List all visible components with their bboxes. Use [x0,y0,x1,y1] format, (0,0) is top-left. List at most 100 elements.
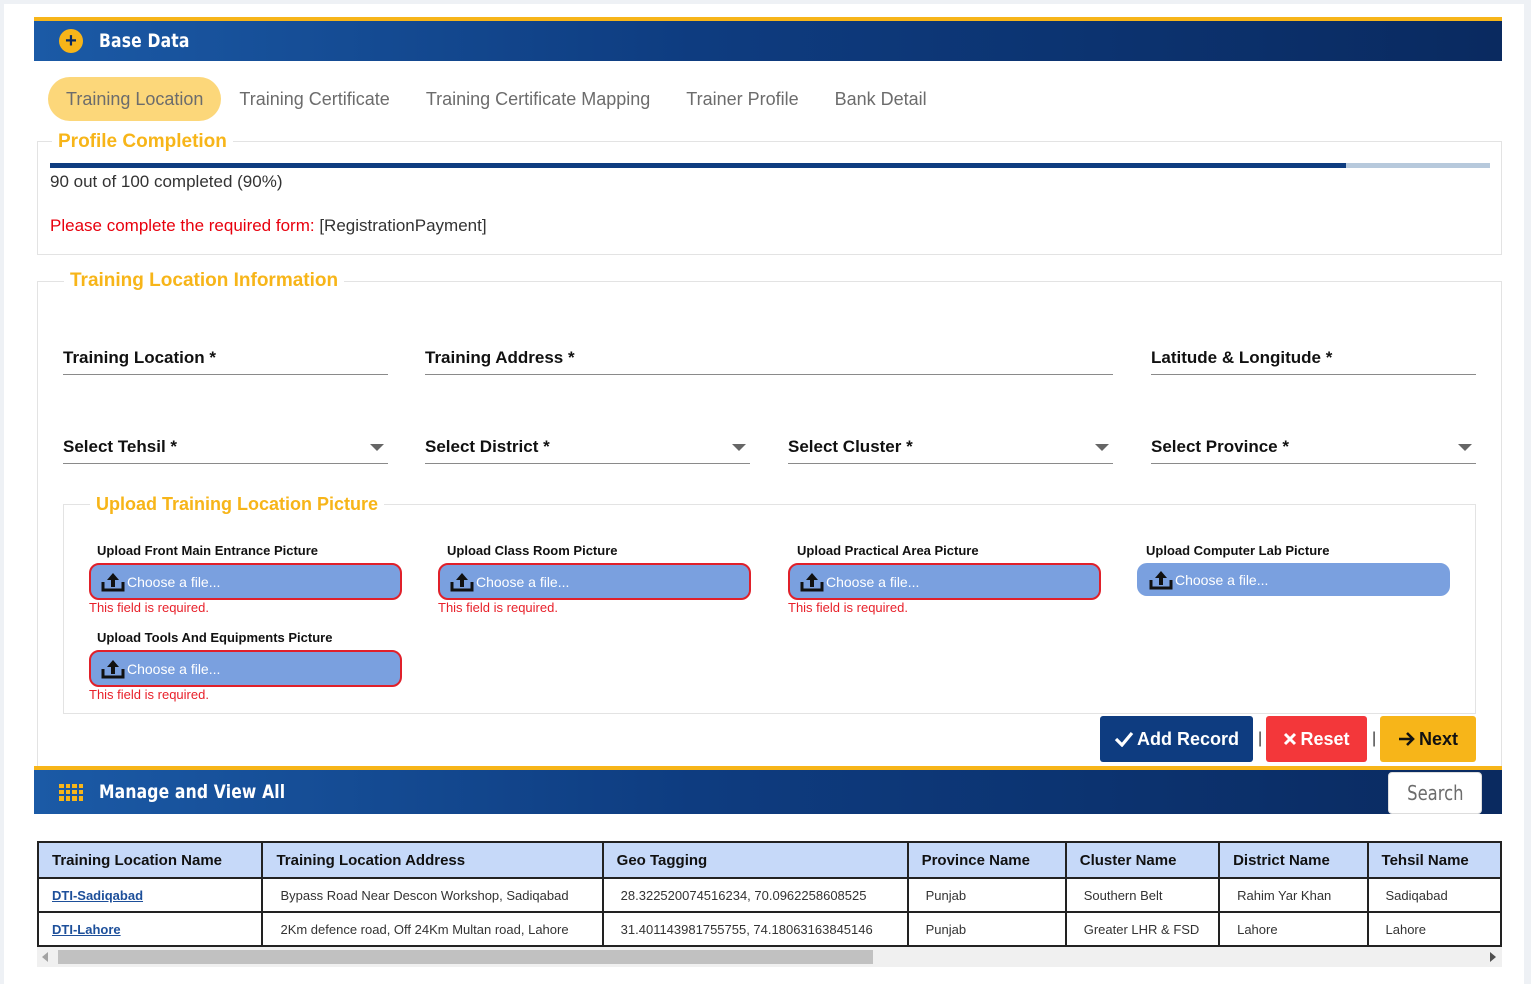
upload-classroom-label: Upload Class Room Picture [447,543,618,558]
upload-computer-lab-label: Upload Computer Lab Picture [1146,543,1330,558]
tab-training-certificate[interactable]: Training Certificate [221,77,407,121]
upload-tools-error: This field is required. [89,687,209,702]
cell-geo: 28.322520074516234, 70.0962258608525 [601,877,909,913]
upload-practical-error: This field is required. [788,600,908,615]
tab-bank-detail[interactable]: Bank Detail [817,77,945,121]
required-form-message: Please complete the required form: [Regi… [50,216,487,236]
tehsil-select[interactable]: Select Tehsil * [63,430,388,464]
upload-front-error: This field is required. [89,600,209,615]
plus-icon[interactable]: + [59,29,83,53]
reset-label: Reset [1300,728,1350,749]
col-district-name[interactable]: District Name [1218,841,1369,879]
check-icon [1114,731,1134,747]
training-location-field[interactable]: Training Location * [63,341,388,375]
next-button[interactable]: Next [1380,716,1476,762]
cell-address: Bypass Road Near Descon Workshop, Sadiqa… [261,877,604,913]
scroll-left-icon[interactable] [42,952,48,962]
lat-long-field[interactable]: Latitude & Longitude * [1151,341,1476,375]
cell-tehsil: Lahore [1366,911,1502,947]
tab-bar: Training Location Training Certificate T… [48,77,945,121]
tab-trainer-profile[interactable]: Trainer Profile [668,77,816,121]
separator: | [1372,730,1377,747]
upload-legend: Upload Training Location Picture [90,494,385,515]
location-link[interactable]: DTI-Lahore [52,922,121,937]
district-select[interactable]: Select District * [425,430,750,464]
table-header-row: Training Location Name Training Location… [36,841,1502,879]
search-button[interactable]: Search [1388,772,1482,814]
upload-front-label: Upload Front Main Entrance Picture [97,543,319,558]
caret-down-icon [370,444,384,451]
cell-address: 2Km defence road, Off 24Km Multan road, … [261,911,604,947]
base-data-header: + Base Data [34,17,1502,61]
location-link[interactable]: DTI-Sadiqabad [52,888,143,903]
cluster-select[interactable]: Select Cluster * [788,430,1113,464]
upload-classroom-button[interactable]: Choose a file... [438,563,751,600]
records-table: Training Location Name Training Location… [36,841,1502,947]
next-label: Next [1418,728,1458,749]
cell-province: Punjab [906,877,1067,913]
manage-header: Manage and View All [34,766,1502,814]
upload-icon [101,572,125,591]
cell-district: Lahore [1218,911,1369,947]
cell-location-name: DTI-Sadiqabad [36,877,264,913]
scroll-right-icon[interactable] [1490,952,1496,962]
arrow-right-icon [1398,732,1415,746]
col-province-name[interactable]: Province Name [906,841,1067,879]
col-cluster-name[interactable]: Cluster Name [1064,841,1221,879]
required-form-prefix: Please complete the required form: [50,216,315,235]
caret-down-icon [1095,444,1109,451]
table-row: DTI-Sadiqabad Bypass Road Near Descon Wo… [36,877,1502,913]
province-select[interactable]: Select Province * [1151,430,1476,464]
base-data-title: Base Data [99,30,190,52]
cell-cluster: Greater LHR & FSD [1064,911,1221,947]
col-training-location-address[interactable]: Training Location Address [261,841,604,879]
search-label: Search [1406,781,1464,805]
training-location-label: Training Location * [63,348,217,367]
add-record-button[interactable]: Add Record [1100,716,1253,762]
lat-long-label: Latitude & Longitude * [1151,348,1333,367]
choose-file-text: Choose a file... [127,573,221,590]
cell-location-name: DTI-Lahore [36,911,264,947]
cell-cluster: Southern Belt [1064,877,1221,913]
cell-province: Punjab [906,911,1067,947]
choose-file-text: Choose a file... [826,573,920,590]
cell-tehsil: Sadiqabad [1366,877,1502,913]
progress-fill [50,163,1346,168]
cluster-label: Select Cluster * [788,437,913,456]
progress-bar [50,163,1490,168]
caret-down-icon [732,444,746,451]
upload-practical-label: Upload Practical Area Picture [797,543,979,558]
horizontal-scrollbar[interactable] [37,947,1502,967]
choose-file-text: Choose a file... [1175,571,1269,588]
caret-down-icon [1458,444,1472,451]
add-record-label: Add Record [1136,728,1239,749]
district-label: Select District * [425,437,550,456]
profile-completion-legend: Profile Completion [52,131,233,153]
scrollbar-thumb[interactable] [58,950,873,964]
upload-computer-lab-button[interactable]: Choose a file... [1137,563,1450,596]
col-training-location-name[interactable]: Training Location Name [36,841,264,879]
reset-button[interactable]: Reset [1266,716,1367,762]
required-form-list: [RegistrationPayment] [319,216,487,235]
close-icon [1284,732,1297,746]
tehsil-label: Select Tehsil * [63,437,178,456]
training-address-field[interactable]: Training Address * [425,341,1113,375]
choose-file-text: Choose a file... [476,573,570,590]
upload-front-button[interactable]: Choose a file... [89,563,402,600]
upload-tools-button[interactable]: Choose a file... [89,650,402,687]
training-address-label: Training Address * [425,348,575,367]
manage-title: Manage and View All [99,781,286,803]
col-tehsil-name[interactable]: Tehsil Name [1366,841,1502,879]
col-geo-tagging[interactable]: Geo Tagging [601,841,909,879]
choose-file-text: Choose a file... [127,660,221,677]
tab-training-certificate-mapping[interactable]: Training Certificate Mapping [408,77,668,121]
tab-training-location[interactable]: Training Location [48,77,222,121]
upload-icon [800,572,824,591]
progress-text: 90 out of 100 completed (90%) [50,172,283,191]
cell-geo: 31.401143981755755, 74.18063163845146 [601,911,909,947]
upload-classroom-error: This field is required. [438,600,558,615]
upload-icon [1149,570,1173,589]
upload-practical-button[interactable]: Choose a file... [788,563,1101,600]
upload-tools-label: Upload Tools And Equipments Picture [97,630,333,645]
cell-district: Rahim Yar Khan [1218,877,1369,913]
